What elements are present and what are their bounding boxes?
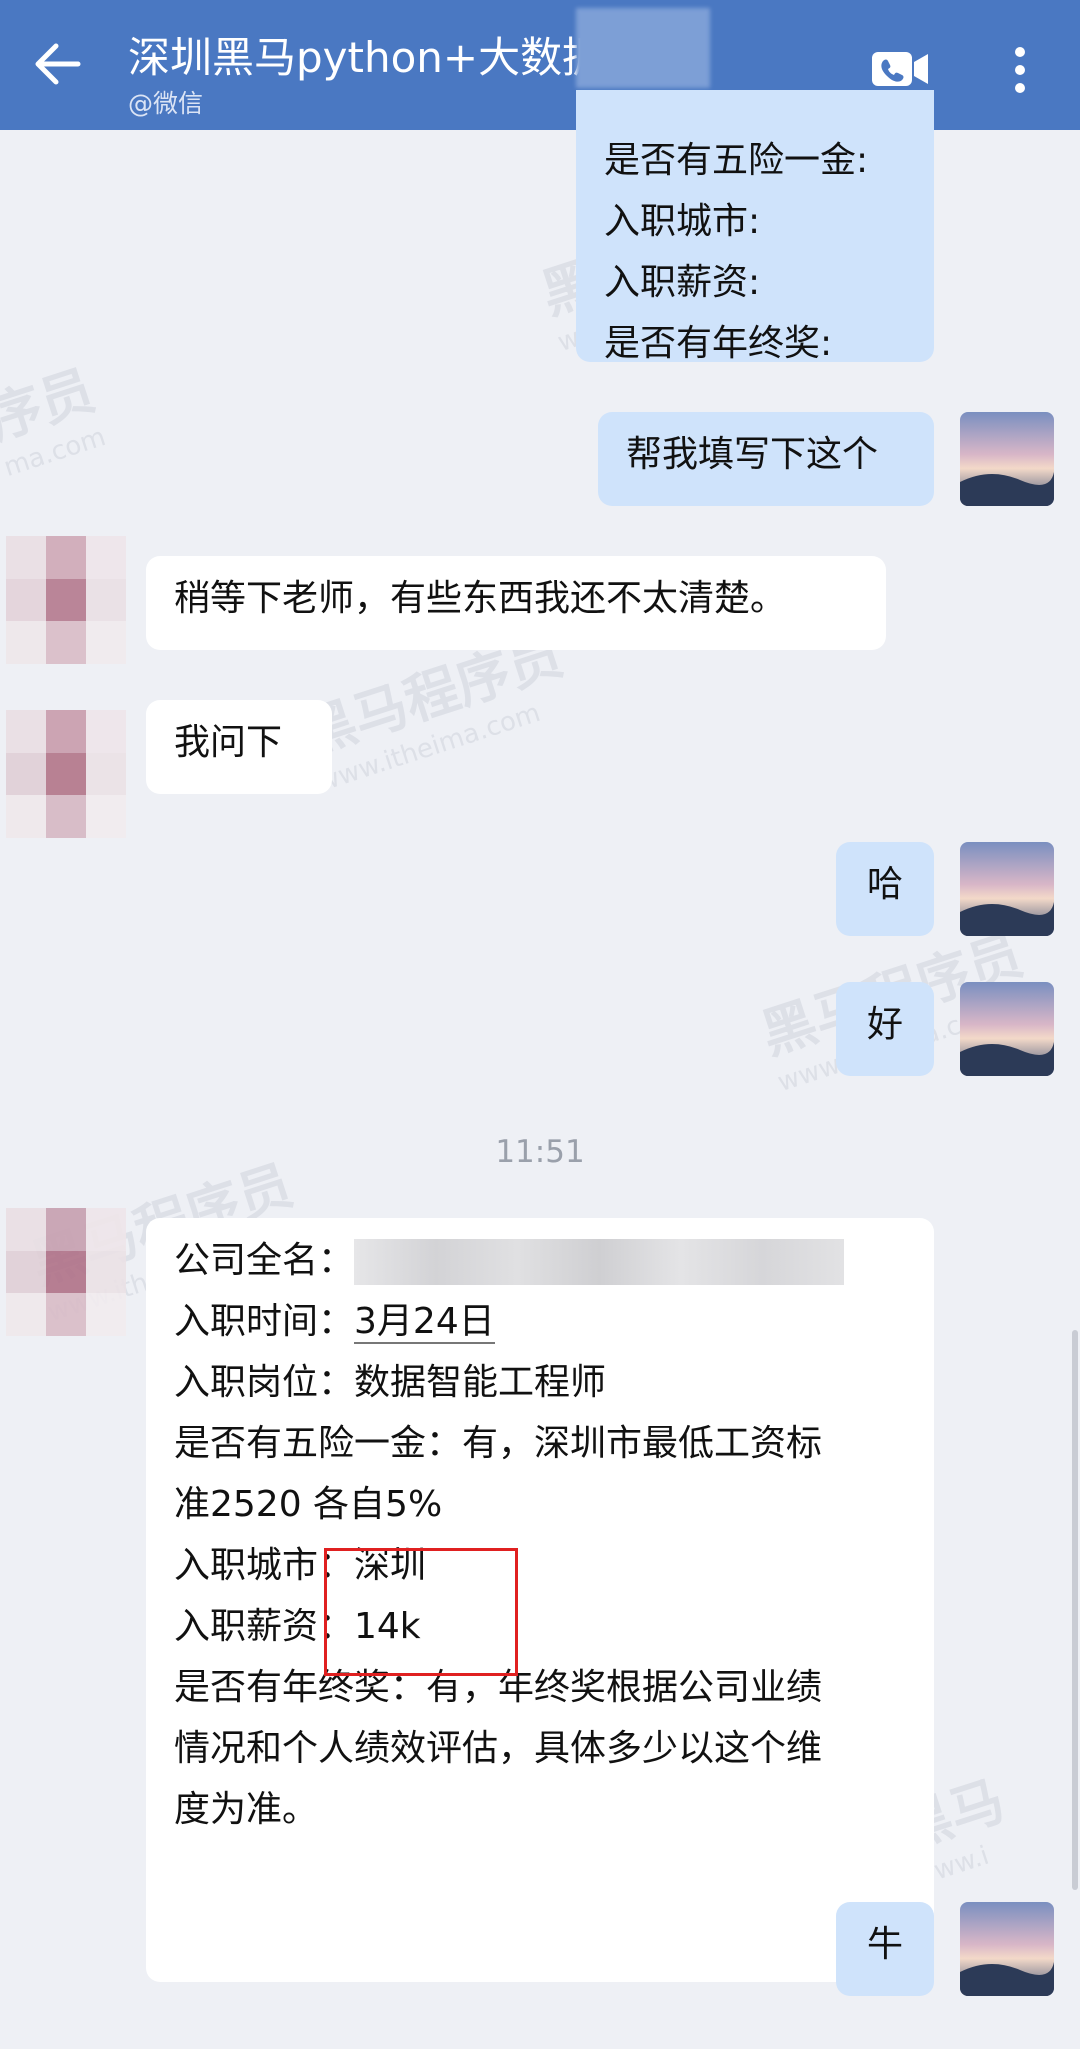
watermark: 序员 ma.com [0,358,110,484]
chat-subtitle: @微信 [128,89,204,118]
message-line: 入职薪资: [604,262,761,303]
message-text: 帮我填写下这个 [626,434,879,475]
message-text: 哈 [866,864,903,905]
position-line: 入职岗位：数据智能工程师 [174,1362,607,1403]
message-bubble-form-reply[interactable]: 公司全名： 入职时间：3月24日 入职岗位：数据智能工程师 是否有五险一金：有，… [146,1218,934,1982]
redacted-company-name [354,1239,845,1285]
contact-avatar[interactable] [6,1208,126,1336]
message-bubble[interactable]: 牛 [836,1902,934,1996]
contact-avatar[interactable] [6,710,126,838]
insurance-line: 是否有五险一金：有，深圳市最低工资标 [174,1423,823,1464]
date-line: 入职时间：3月24日 [174,1291,906,1352]
message-text: 好 [866,1004,903,1045]
more-vertical-icon[interactable] [1000,44,1040,96]
my-avatar[interactable] [960,412,1054,506]
contact-avatar[interactable] [6,536,126,664]
bonus-line: 情况和个人绩效评估，具体多少以这个维 [174,1728,823,1769]
company-line: 公司全名： [174,1230,906,1291]
message-bubble[interactable]: 帮我填写下这个 [598,412,934,506]
arrow-left-icon[interactable] [30,36,86,92]
date-value: 3月24日 [354,1301,495,1344]
insurance-line: 准2520 各自5% [174,1484,443,1525]
chat-title: 深圳黑马python+大数据 [128,33,605,82]
bonus-line: 度为准。 [174,1789,319,1830]
city-line: 入职城市：深圳 [174,1545,427,1586]
message-text: 我问下 [174,722,283,763]
message-bubble[interactable]: 好 [836,982,934,1076]
scrollbar[interactable] [1072,1330,1078,1890]
chat-message-list[interactable]: 黑马程序员www.itheima.com 序员ma.com 黑马程序员www.i… [0,90,1080,2049]
company-label: 公司全名： [174,1240,355,1281]
video-call-icon[interactable] [870,46,930,92]
message-text: 牛 [866,1924,903,1965]
highlight-box [324,1548,518,1676]
my-avatar[interactable] [960,1902,1054,1996]
my-avatar[interactable] [960,842,1054,936]
bonus-line: 是否有年终奖：有，年终奖根据公司业绩 [174,1667,823,1708]
redacted-title-part [576,8,710,88]
message-line: 是否有年终奖: [604,323,833,364]
message-bubble-form-template[interactable]: 是否有五险一金: 入职城市: 入职薪资: 是否有年终奖: [576,90,934,364]
my-avatar[interactable] [960,982,1054,1076]
message-bubble[interactable]: 哈 [836,842,934,936]
date-label: 入职时间： [174,1301,355,1342]
message-bubble[interactable]: 我问下 [146,700,332,794]
message-bubble[interactable]: 稍等下老师，有些东西我还不太清楚。 [146,556,886,650]
message-line: 是否有五险一金: [604,140,869,181]
message-timestamp: 11:51 [495,1134,585,1170]
salary-line: 入职薪资：14k [174,1606,421,1647]
message-line: 入职城市: [604,201,761,242]
message-text: 稍等下老师，有些东西我还不太清楚。 [174,578,787,619]
